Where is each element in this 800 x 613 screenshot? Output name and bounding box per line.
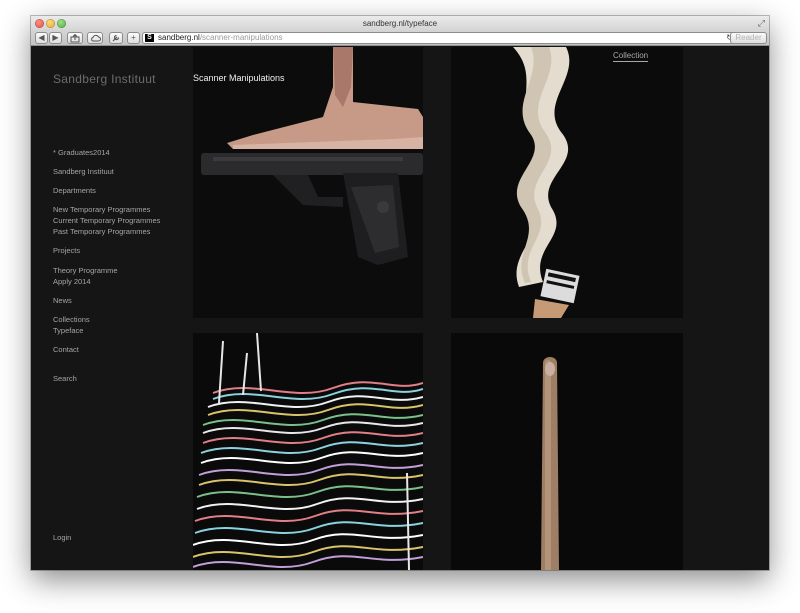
share-icon (70, 33, 80, 42)
nav-item-graduates2014[interactable]: * Graduates2014 (53, 148, 110, 157)
minimize-window-icon[interactable] (46, 19, 55, 28)
gallery-image-elongated-finger[interactable] (451, 333, 683, 570)
nav-item-search[interactable]: Search (53, 374, 77, 383)
gallery-image-striped-glitch[interactable] (193, 333, 423, 570)
window-title: sandberg.nl/typeface (362, 19, 438, 28)
collection-link[interactable]: Collection (613, 51, 649, 62)
cloud-icon (90, 34, 101, 42)
nav-item-typeface[interactable]: Typeface (53, 326, 83, 335)
fullscreen-icon[interactable]: ⤢ (758, 19, 765, 28)
nav-item-past-temporary-programmes[interactable]: Past Temporary Programmes (53, 227, 150, 236)
url-path: /scanner-manipulations (199, 33, 283, 42)
gallery-image-wavy-brush[interactable] (451, 47, 683, 318)
site-favicon-icon: S (145, 34, 154, 42)
page-title: Scanner Manipulations (193, 73, 285, 83)
nav-item-current-temporary-programmes[interactable]: Current Temporary Programmes (53, 216, 160, 225)
nav-item-new-temporary-programmes[interactable]: New Temporary Programmes (53, 205, 150, 214)
title-bar: sandberg.nl/typeface ⤢ (31, 16, 769, 31)
wrench-icon (112, 34, 120, 42)
close-window-icon[interactable] (35, 19, 44, 28)
new-tab-button[interactable]: + (127, 32, 140, 44)
nav-item-projects[interactable]: Projects (53, 246, 80, 255)
nav-item-departments[interactable]: Departments (53, 186, 96, 195)
settings-button[interactable] (109, 32, 123, 44)
nav-item-apply-2014[interactable]: Apply 2014 (53, 277, 91, 286)
site-logo[interactable]: Sandberg Instituut (53, 72, 156, 86)
share-button[interactable] (67, 32, 83, 44)
nav-item-theory-programme[interactable]: Theory Programme (53, 266, 118, 275)
gallery-image-hand-and-pistol[interactable] (193, 47, 423, 318)
nav-item-sandberg-instituut[interactable]: Sandberg Instituut (53, 167, 114, 176)
nav-item-contact[interactable]: Contact (53, 345, 79, 354)
nav-item-collections[interactable]: Collections (53, 315, 90, 324)
reader-button[interactable]: Reader (730, 32, 767, 44)
zoom-window-icon[interactable] (57, 19, 66, 28)
address-bar[interactable]: S sandberg.nl/scanner-manipulations ↻ (142, 32, 738, 44)
forward-button[interactable]: ▶ (49, 32, 62, 44)
nav-item-news[interactable]: News (53, 296, 72, 305)
back-button[interactable]: ◀ (35, 32, 48, 44)
web-page: Sandberg Instituut * Graduates2014 Sandb… (31, 47, 769, 570)
login-link[interactable]: Login (53, 533, 71, 542)
browser-window: sandberg.nl/typeface ⤢ ◀ ▶ + S sandberg.… (31, 16, 769, 570)
browser-toolbar: ◀ ▶ + S sandberg.nl/scanner-manipulation… (31, 31, 769, 46)
url-domain: sandberg.nl (158, 33, 200, 42)
icloud-tabs-button[interactable] (87, 32, 103, 44)
